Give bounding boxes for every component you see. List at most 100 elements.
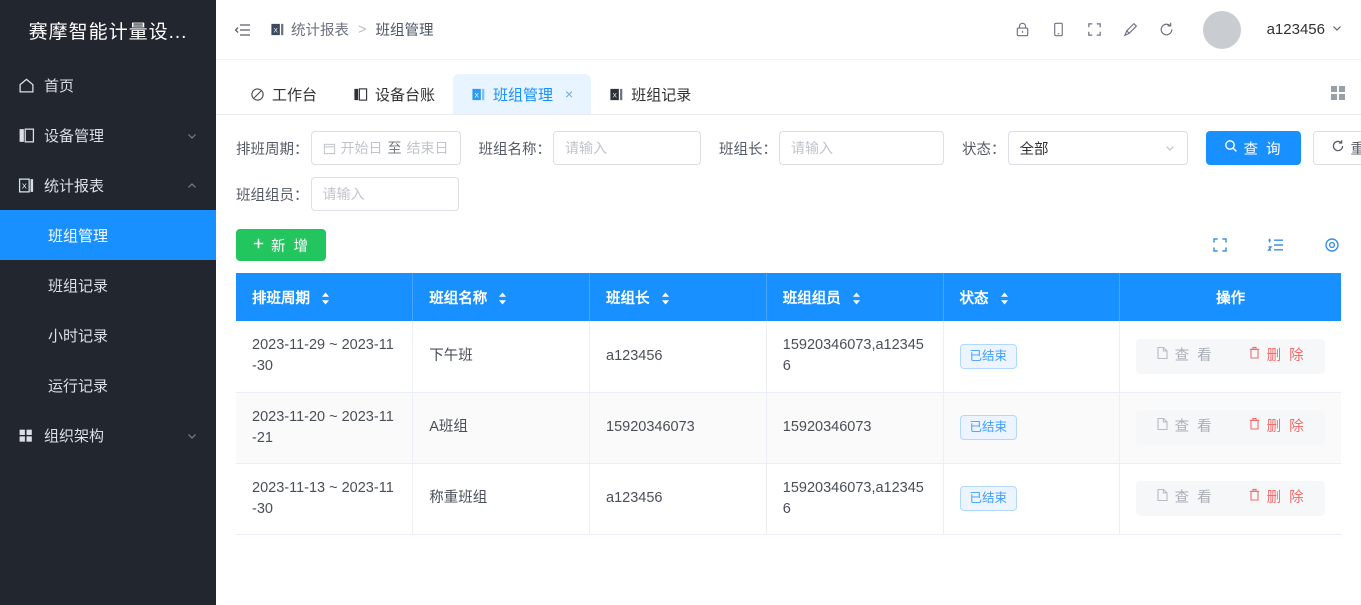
sidebar-item-statistics-report[interactable]: X 统计报表 (0, 160, 216, 210)
tab-device-ledger[interactable]: 设备台账 (335, 74, 453, 114)
sort-icon[interactable] (661, 292, 670, 305)
field-team-member: 班组组员： 请输入 (236, 177, 459, 211)
sidebar-item-organization[interactable]: 组织架构 (0, 410, 216, 460)
field-team-leader: 班组长： 请输入 (719, 131, 944, 165)
column-header-status[interactable]: 状态 (943, 273, 1120, 321)
row-actions: 查 看 删 除 (1136, 481, 1325, 516)
home-icon (18, 77, 35, 94)
column-label: 班组名称 (429, 291, 487, 307)
shift-period-daterange-input[interactable]: 开始日 至 结束日 (311, 131, 461, 165)
status-badge: 已结束 (960, 415, 1018, 440)
sidebar-menu: 首页 设备管理 (0, 60, 216, 605)
grid-view-icon[interactable] (1329, 84, 1347, 102)
cell-team-name: A班组 (413, 392, 590, 463)
mobile-icon[interactable] (1049, 20, 1069, 40)
tab-label: 工作台 (272, 84, 317, 105)
sort-icon[interactable] (1000, 292, 1009, 305)
settings-gear-icon[interactable] (1323, 236, 1341, 254)
cell-period: 2023-11-29 ~ 2023-11-30 (236, 321, 413, 392)
report-icon: X (471, 87, 486, 102)
sidebar-subitem-hourly-records[interactable]: 小时记录 (0, 310, 216, 360)
density-icon[interactable] (1267, 236, 1285, 254)
reset-button-label: 重 置 (1351, 138, 1361, 159)
sort-icon[interactable] (852, 292, 861, 305)
search-button[interactable]: 查 询 (1206, 131, 1301, 165)
tab-team-records[interactable]: X 班组记录 (591, 74, 709, 114)
table-row[interactable]: 2023-11-29 ~ 2023-11-30 下午班 a123456 1592… (236, 321, 1341, 392)
view-button-label: 查 看 (1175, 488, 1214, 509)
tab-workbench[interactable]: 工作台 (232, 74, 335, 114)
svg-text:X: X (613, 92, 618, 99)
filter-form: 排班周期： 开始日 至 结束日 (216, 115, 1361, 223)
user-menu[interactable]: a123456 (1267, 21, 1343, 38)
column-header-operations: 操作 (1120, 273, 1341, 321)
tab-team-management[interactable]: X 班组管理 × (453, 74, 591, 114)
header-actions: a123456 (1013, 11, 1343, 49)
status-selected-value: 全部 (1020, 138, 1049, 159)
fullscreen-icon[interactable] (1211, 236, 1229, 254)
table-header-row: 排班周期 班组名称 (236, 273, 1341, 321)
view-button[interactable]: 查 看 (1156, 488, 1214, 509)
sidebar-item-device-management[interactable]: 设备管理 (0, 110, 216, 160)
column-header-team-members[interactable]: 班组组员 (766, 273, 943, 321)
report-icon: X (270, 22, 285, 37)
breadcrumb-parent[interactable]: 统计报表 (291, 19, 349, 40)
team-member-input[interactable]: 请输入 (311, 177, 459, 211)
close-icon[interactable]: × (565, 87, 573, 101)
view-button[interactable]: 查 看 (1156, 417, 1214, 438)
sort-icon[interactable] (321, 292, 330, 305)
column-label: 操作 (1216, 291, 1245, 307)
sidebar-subitem-team-records[interactable]: 班组记录 (0, 260, 216, 310)
cell-period: 2023-11-20 ~ 2023-11-21 (236, 392, 413, 463)
table-row[interactable]: 2023-11-20 ~ 2023-11-21 A班组 15920346073 … (236, 392, 1341, 463)
sidebar-item-home[interactable]: 首页 (0, 60, 216, 110)
sidebar-subitem-label: 班组管理 (48, 225, 108, 246)
team-name-input[interactable]: 请输入 (553, 131, 701, 165)
status-select[interactable]: 全部 (1008, 131, 1188, 165)
field-status: 状态： 全部 (962, 131, 1188, 165)
tab-bar: 工作台 设备台账 X (216, 60, 1361, 115)
column-header-shift-period[interactable]: 排班周期 (236, 273, 413, 321)
cell-status: 已结束 (943, 392, 1120, 463)
cell-members: 15920346073,a123456 (766, 321, 943, 392)
team-leader-input[interactable]: 请输入 (779, 131, 944, 165)
trash-icon (1248, 346, 1261, 367)
sort-icon[interactable] (498, 292, 507, 305)
menu-collapse-icon[interactable] (232, 19, 254, 41)
reset-button[interactable]: 重 置 (1313, 131, 1361, 165)
theme-brush-icon[interactable] (1121, 20, 1141, 40)
search-button-label: 查 询 (1244, 138, 1283, 159)
cell-leader: a123456 (590, 463, 767, 534)
sidebar-subitem-running-records[interactable]: 运行记录 (0, 360, 216, 410)
cell-team-name: 称重班组 (413, 463, 590, 534)
start-date-placeholder: 开始日 (341, 138, 383, 158)
cell-period: 2023-11-13 ~ 2023-11-30 (236, 463, 413, 534)
view-button-label: 查 看 (1175, 417, 1214, 438)
sidebar-subitem-label: 运行记录 (48, 375, 108, 396)
breadcrumb-current: 班组管理 (375, 19, 433, 40)
avatar[interactable] (1203, 11, 1241, 49)
lock-icon[interactable] (1013, 20, 1033, 40)
column-header-team-name[interactable]: 班组名称 (413, 273, 590, 321)
fullscreen-icon[interactable] (1085, 20, 1105, 40)
breadcrumb-separator: > (358, 22, 366, 38)
column-label: 班组长 (606, 291, 650, 307)
add-button[interactable]: 新 增 (236, 229, 326, 261)
view-button[interactable]: 查 看 (1156, 346, 1214, 367)
chevron-up-icon (186, 179, 198, 191)
refresh-icon[interactable] (1157, 20, 1177, 40)
app-root: 赛摩智能计量设... 首页 设备管理 (0, 0, 1361, 605)
delete-button[interactable]: 删 除 (1248, 417, 1306, 438)
table-row[interactable]: 2023-11-13 ~ 2023-11-30 称重班组 a123456 159… (236, 463, 1341, 534)
delete-button[interactable]: 删 除 (1248, 488, 1306, 509)
sidebar-subitem-team-management[interactable]: 班组管理 (0, 210, 216, 260)
delete-button-label: 删 除 (1267, 417, 1306, 438)
app-logo-title: 赛摩智能计量设... (0, 0, 216, 60)
add-button-label: 新 增 (271, 235, 310, 256)
search-icon (1224, 139, 1238, 157)
sidebar-subitem-label: 小时记录 (48, 325, 108, 346)
delete-button[interactable]: 删 除 (1248, 346, 1306, 367)
column-header-team-leader[interactable]: 班组长 (590, 273, 767, 321)
team-management-table: 排班周期 班组名称 (236, 273, 1341, 535)
document-icon (1156, 488, 1169, 509)
